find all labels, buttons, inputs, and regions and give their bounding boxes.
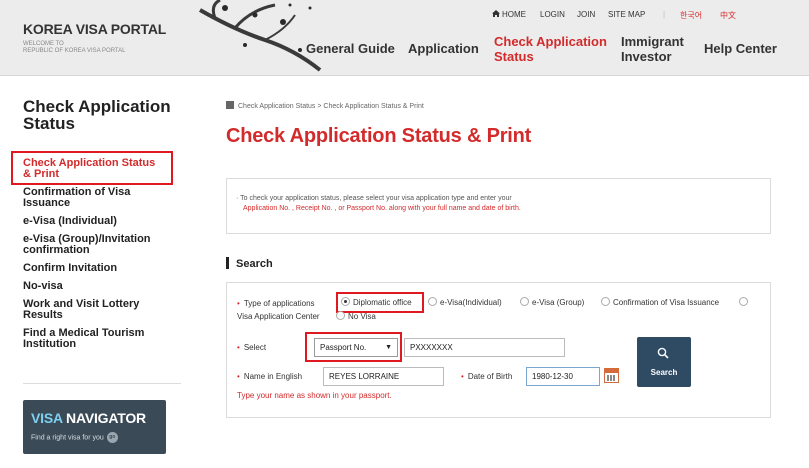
login-link[interactable]: LOGIN xyxy=(540,10,565,19)
search-heading-text: Search xyxy=(236,258,273,270)
visa-navigator-title-navigator: NAVIGATOR xyxy=(62,410,146,426)
diplomatic-office-highlight xyxy=(336,292,424,313)
dropdown-arrow-icon: ▼ xyxy=(385,344,392,351)
sidebar-item-evisa-individual[interactable]: e-Visa (Individual) xyxy=(23,216,183,227)
date-of-birth-input[interactable]: 1980-12-30 xyxy=(526,367,600,386)
required-mark: • xyxy=(461,372,464,381)
home-link-label: HOME xyxy=(502,10,526,19)
sidebar-divider xyxy=(23,383,181,384)
date-of-birth-label: • Date of Birth xyxy=(461,372,512,381)
visa-navigator-subtitle: Find a right visa for you go xyxy=(31,432,118,443)
radio-unselected-icon[interactable] xyxy=(428,297,437,307)
radio-no-visa[interactable]: No Visa xyxy=(336,311,376,321)
radio-evisa-group[interactable]: e-Visa (Group) xyxy=(520,297,585,307)
language-chinese-link[interactable]: 中文 xyxy=(720,10,736,21)
name-in-english-input[interactable]: REYES LORRAINE xyxy=(323,367,444,386)
search-button-label: Search xyxy=(650,368,678,377)
page-title: Check Application Status & Print xyxy=(226,125,532,147)
date-of-birth-text: Date of Birth xyxy=(467,372,513,381)
main-navigation: General Guide Application Check Applicat… xyxy=(0,34,809,68)
radio-unselected-icon[interactable] xyxy=(336,311,345,321)
top-links-separator: | xyxy=(663,10,666,19)
sidebar-item-label: confirmation xyxy=(23,244,90,256)
nav-check-status-line-1: Check Application xyxy=(494,34,607,49)
instructions-box: · To check your application status, plea… xyxy=(226,178,771,234)
radio-label: No Visa xyxy=(348,312,376,321)
visa-navigator-banner[interactable]: VISA NAVIGATOR Find a right visa for you… xyxy=(23,400,166,454)
sidebar-title-line-2: Status xyxy=(23,114,75,133)
select-label: • Select xyxy=(237,343,266,352)
passport-number-input[interactable]: PXXXXXXX xyxy=(404,338,565,357)
visa-navigator-title: VISA NAVIGATOR xyxy=(31,410,146,426)
radio-visa-application-center[interactable] xyxy=(739,297,751,307)
nav-check-status-line-2: Status xyxy=(494,49,534,64)
radio-label: e-Visa(Individual) xyxy=(440,298,502,307)
sidebar-item-no-visa[interactable]: No-visa xyxy=(23,281,183,292)
nav-check-application-status[interactable]: Check Application Status xyxy=(494,34,607,64)
type-of-applications-text: Type of applications xyxy=(243,299,315,308)
name-hint-text: Type your name as shown in your passport… xyxy=(237,391,392,400)
sidebar-item-evisa-group-invitation[interactable]: e-Visa (Group)/Invitation confirmation xyxy=(23,234,183,256)
sidebar-item-check-application-status-print[interactable]: Check Application Status & Print xyxy=(23,158,183,180)
search-section-heading: Search xyxy=(226,255,273,270)
sidebar-item-label: Confirm Invitation xyxy=(23,262,118,274)
radio-unselected-icon[interactable] xyxy=(601,297,610,307)
visa-navigator-title-visa: VISA xyxy=(31,410,63,426)
sidebar-title: Check Application Status xyxy=(23,98,183,132)
required-mark: • xyxy=(237,372,240,381)
sidebar-menu: Check Application Status & Print Confirm… xyxy=(23,158,183,357)
radio-confirmation-of-visa-issuance[interactable]: Confirmation of Visa Issuance xyxy=(601,297,720,307)
heading-bar-icon xyxy=(226,257,229,269)
sidebar-item-work-visit-lottery[interactable]: Work and Visit Lottery Results xyxy=(23,299,183,321)
name-in-english-text: Name in English xyxy=(243,372,303,381)
breadcrumb-text: Check Application Status > Check Applica… xyxy=(238,103,424,110)
sidebar-item-confirmation-of-visa-issuance[interactable]: Confirmation of Visa Issuance xyxy=(23,187,183,209)
required-mark: • xyxy=(237,299,240,308)
sidebar-title-line-1: Check Application xyxy=(23,97,171,116)
sidebar-item-label: Institution xyxy=(23,338,77,350)
home-icon xyxy=(492,10,500,17)
sidebar-item-label: Issuance xyxy=(23,197,71,209)
search-button[interactable]: Search xyxy=(637,337,691,387)
sidebar-item-label: & Print xyxy=(23,168,60,180)
site-map-link[interactable]: SITE MAP xyxy=(608,10,645,19)
sidebar-item-confirm-invitation[interactable]: Confirm Invitation xyxy=(23,263,183,274)
home-link[interactable]: HOME xyxy=(492,10,526,19)
language-korean-link[interactable]: 한국어 xyxy=(680,10,702,21)
id-type-select-value: Passport No. xyxy=(320,343,367,352)
nav-application[interactable]: Application xyxy=(408,41,479,56)
calendar-icon[interactable] xyxy=(604,368,619,383)
select-label-text: Select xyxy=(243,343,267,352)
name-in-english-label: • Name in English xyxy=(237,372,302,381)
join-link[interactable]: JOIN xyxy=(577,10,595,19)
required-mark: • xyxy=(237,343,240,352)
sidebar-item-label: e-Visa (Individual) xyxy=(23,215,117,227)
radio-label: e-Visa (Group) xyxy=(532,298,585,307)
instructions-line-2: Application No. , Receipt No. , or Passp… xyxy=(243,205,521,212)
search-icon xyxy=(657,347,669,359)
radio-unselected-icon[interactable] xyxy=(739,297,748,307)
type-of-applications-label: • Type of applications xyxy=(237,299,315,308)
breadcrumb: Check Application Status > Check Applica… xyxy=(226,100,424,110)
nav-immigrant-line-2: Investor xyxy=(621,49,672,64)
sidebar-item-medical-tourism[interactable]: Find a Medical Tourism Institution xyxy=(23,328,183,350)
nav-immigrant-line-1: Immigrant xyxy=(621,34,684,49)
radio-evisa-individual[interactable]: e-Visa(Individual) xyxy=(428,297,502,307)
nav-immigrant-investor[interactable]: Immigrant Investor xyxy=(621,34,684,64)
visa-navigator-subtitle-text: Find a right visa for you xyxy=(31,434,104,442)
nav-help-center[interactable]: Help Center xyxy=(704,41,777,56)
radio-label: Confirmation of Visa Issuance xyxy=(613,298,720,307)
breadcrumb-home-icon[interactable] xyxy=(226,101,234,109)
radio-unselected-icon[interactable] xyxy=(520,297,529,307)
sidebar-item-label: No-visa xyxy=(23,280,63,292)
instructions-line-1: · To check your application status, plea… xyxy=(236,195,512,202)
site-header: KOREA VISA PORTAL WELCOME TO REPUBLIC OF… xyxy=(0,0,809,76)
nav-general-guide[interactable]: General Guide xyxy=(306,41,395,56)
go-icon: go xyxy=(106,432,118,443)
id-type-select[interactable]: Passport No. ▼ xyxy=(314,338,398,357)
visa-application-center-label: Visa Application Center xyxy=(237,312,320,321)
sidebar-item-label: Results xyxy=(23,309,63,321)
